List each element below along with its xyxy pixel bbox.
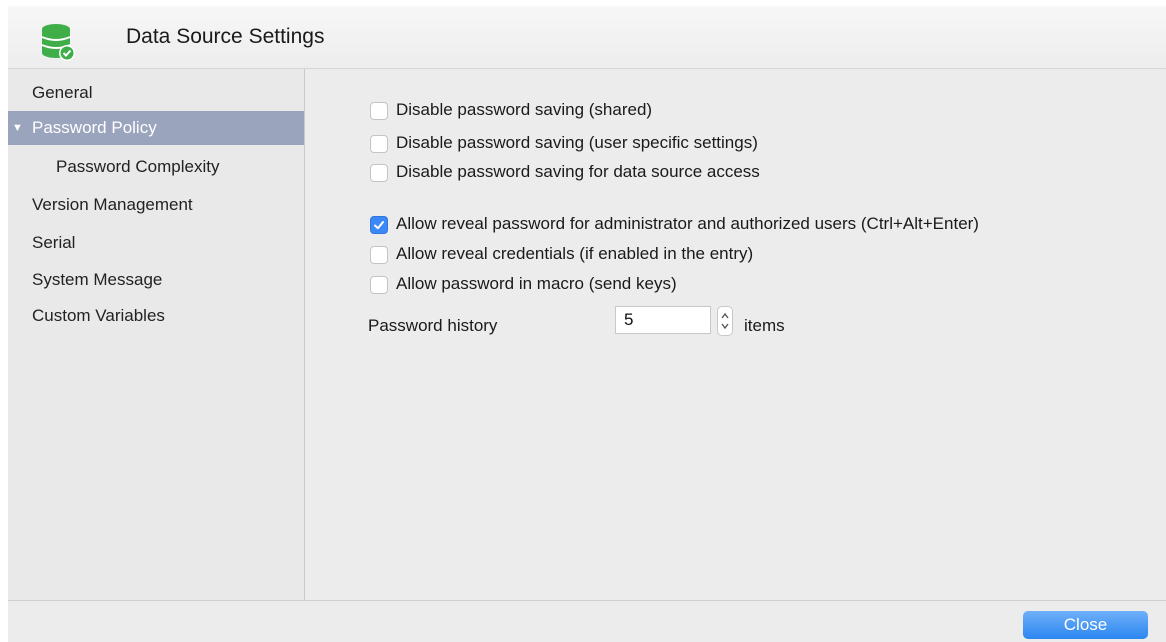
- sidebar-item-label: Password Complexity: [56, 157, 220, 176]
- password-history-input[interactable]: [615, 306, 711, 334]
- sidebar-item-label: Version Management: [32, 195, 193, 214]
- window-title: Data Source Settings: [126, 25, 325, 48]
- sidebar-item-system-message[interactable]: System Message: [8, 263, 304, 297]
- checkbox[interactable]: [370, 135, 388, 153]
- checkbox-label: Disable password saving (user specific s…: [396, 133, 758, 152]
- sidebar-item-label: Custom Variables: [32, 306, 165, 325]
- settings-sidebar: General ▼ Password Policy Password Compl…: [8, 69, 305, 600]
- checkmark-icon: [374, 221, 384, 230]
- database-check-icon: [40, 22, 76, 62]
- checkbox-label: Allow reveal credentials (if enabled in …: [396, 244, 754, 263]
- settings-window: Data Source Settings General ▼ Password …: [8, 6, 1166, 642]
- sidebar-item-custom-variables[interactable]: Custom Variables: [8, 299, 304, 333]
- password-policy-panel: Disable password saving (shared) Disable…: [306, 69, 1166, 600]
- checkbox-label: Disable password saving (shared): [396, 100, 653, 119]
- sidebar-item-label: General: [32, 83, 93, 102]
- close-button[interactable]: Close: [1023, 611, 1148, 639]
- sidebar-item-general[interactable]: General: [8, 76, 304, 110]
- dialog-footer: Close: [8, 600, 1166, 642]
- checkbox[interactable]: [370, 246, 388, 264]
- checkbox-label: Disable password saving for data source …: [396, 162, 760, 181]
- disclosure-triangle-icon[interactable]: ▼: [12, 111, 23, 145]
- password-history-stepper[interactable]: [717, 306, 733, 336]
- checkbox[interactable]: [370, 102, 388, 120]
- sidebar-item-label: Serial: [32, 233, 76, 252]
- sidebar-item-version-management[interactable]: Version Management: [8, 188, 304, 222]
- password-history-label: Password history: [368, 316, 498, 335]
- sidebar-item-password-complexity[interactable]: Password Complexity: [8, 150, 304, 184]
- checkbox-checked[interactable]: [370, 216, 388, 234]
- sidebar-item-password-policy[interactable]: ▼ Password Policy: [8, 111, 304, 145]
- sidebar-item-serial[interactable]: Serial: [8, 226, 304, 260]
- stepper-arrows-icon: [721, 312, 729, 330]
- sidebar-item-label: Password Policy: [32, 118, 157, 137]
- password-history-unit: items: [744, 316, 785, 335]
- checkbox[interactable]: [370, 276, 388, 294]
- checkbox-label: Allow reveal password for administrator …: [396, 214, 979, 233]
- window-header: Data Source Settings: [8, 6, 1166, 69]
- checkbox[interactable]: [370, 164, 388, 182]
- checkbox-label: Allow password in macro (send keys): [396, 274, 677, 293]
- sidebar-item-label: System Message: [32, 270, 163, 289]
